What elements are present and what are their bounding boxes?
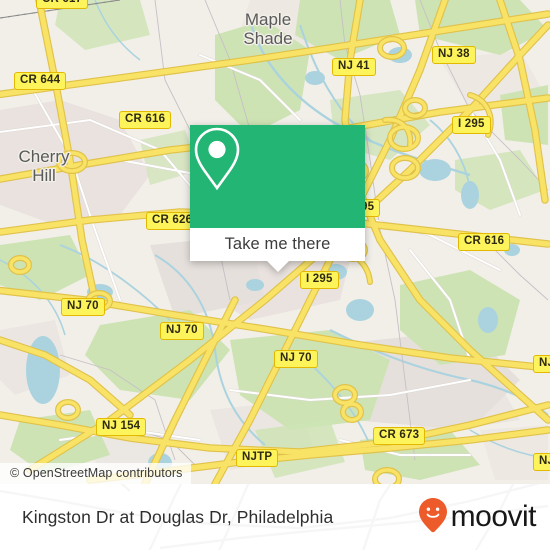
shield-nj-70-east: NJ 70 — [274, 350, 318, 368]
location-popup-card[interactable]: Take me there — [190, 125, 365, 272]
moovit-logo[interactable]: moovit — [418, 497, 537, 538]
shield-i-295-south: I 295 — [300, 271, 339, 289]
shield-cr-644: CR 644 — [14, 72, 67, 90]
shield-nj-70-right: NJ — [533, 355, 550, 373]
footer-bar: Kingston Dr at Douglas Dr, Philadelphia … — [0, 484, 550, 550]
shield-nj-154: NJ 154 — [96, 418, 147, 436]
stop-title: Kingston Dr at Douglas Dr, Philadelphia — [22, 506, 334, 527]
moovit-wordmark: moovit — [450, 500, 537, 533]
shield-cr-673: CR 673 — [373, 427, 426, 445]
shield-nj-38: NJ 38 — [432, 46, 476, 64]
shield-njtp: NJTP — [236, 449, 279, 467]
shield-cr-617-top: CR 617 — [36, 0, 89, 9]
shield-nj-edge: NJ — [533, 453, 550, 471]
shield-nj-70-west: NJ 70 — [61, 298, 105, 316]
footer-content: Kingston Dr at Douglas Dr, Philadelphia … — [0, 484, 550, 550]
screenshot-root: .water{fill:#aad3df;} .waterline{stroke:… — [0, 0, 550, 550]
take-me-there-button[interactable]: Take me there — [190, 228, 365, 261]
shield-cr-616-east: CR 616 — [458, 233, 511, 251]
moovit-smiley-pin-icon — [418, 497, 448, 538]
map-canvas[interactable]: .water{fill:#aad3df;} .waterline{stroke:… — [0, 0, 550, 484]
shield-nj-41: NJ 41 — [332, 58, 376, 76]
osm-attribution[interactable]: © OpenStreetMap contributors — [0, 463, 191, 484]
popup-pointer — [266, 261, 289, 272]
shield-i-295-ne: I 295 — [452, 116, 491, 134]
shield-cr-616-west: CR 616 — [119, 111, 172, 129]
shield-nj-70-mid: NJ 70 — [160, 322, 204, 340]
popup-icon-area — [190, 125, 365, 228]
